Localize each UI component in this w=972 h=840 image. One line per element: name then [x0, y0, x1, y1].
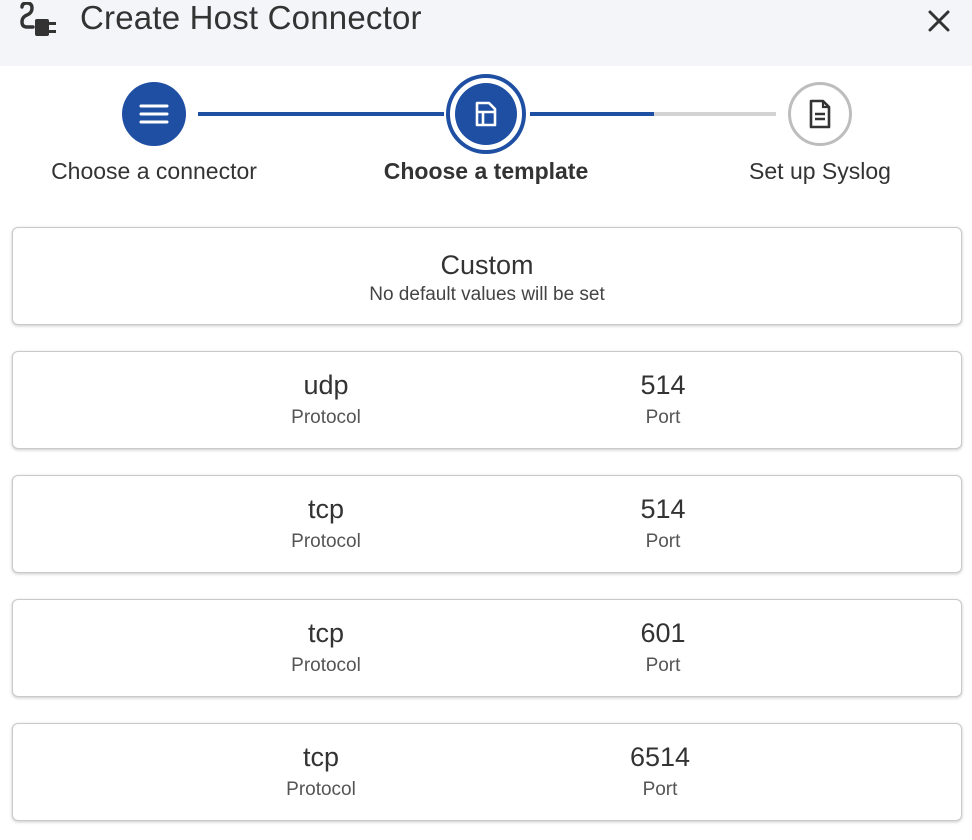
- step-2-circle[interactable]: [446, 74, 526, 154]
- close-icon[interactable]: [924, 6, 954, 36]
- step-1-circle[interactable]: [122, 82, 186, 146]
- step-1-label: Choose a connector: [51, 158, 257, 184]
- step-2-label: Choose a template: [383, 158, 589, 184]
- port-value: 514: [640, 370, 686, 400]
- protocol-label: Protocol: [286, 779, 356, 800]
- dialog-title: Create Host Connector: [80, 0, 422, 36]
- step-connector-line: [530, 112, 654, 116]
- port-value: 6514: [629, 742, 691, 772]
- protocol-label: Protocol: [291, 531, 361, 552]
- menu-icon: [139, 104, 169, 124]
- template-subtitle: No default values will be set: [369, 284, 605, 305]
- dialog-header: Create Host Connector: [0, 0, 972, 66]
- protocol-label: Protocol: [291, 407, 361, 428]
- port-label: Port: [645, 655, 681, 676]
- step-3-label: Set up Syslog: [749, 158, 891, 184]
- template-icon: [475, 101, 497, 127]
- template-card[interactable]: tcp Protocol 601 Port: [12, 599, 962, 697]
- template-card[interactable]: tcp Protocol 514 Port: [12, 475, 962, 573]
- protocol-label: Protocol: [291, 655, 361, 676]
- port-label: Port: [645, 407, 681, 428]
- protocol-value: udp: [303, 370, 349, 400]
- protocol-value: tcp: [307, 494, 345, 524]
- port-value: 601: [640, 618, 686, 648]
- step-connector-line: [654, 112, 776, 116]
- protocol-value: tcp: [307, 618, 345, 648]
- template-card[interactable]: tcp Protocol 6514 Port: [12, 723, 962, 821]
- port-label: Port: [645, 531, 681, 552]
- step-connector-line: [198, 112, 444, 116]
- port-label: Port: [642, 779, 678, 800]
- step-3-circle[interactable]: [788, 82, 852, 146]
- template-title: Custom: [440, 250, 534, 280]
- document-icon: [809, 99, 831, 129]
- template-card[interactable]: udp Protocol 514 Port: [12, 351, 962, 449]
- port-value: 514: [640, 494, 686, 524]
- protocol-value: tcp: [302, 742, 340, 772]
- plug-icon: [20, 2, 56, 36]
- template-card-custom[interactable]: Custom No default values will be set: [12, 227, 962, 325]
